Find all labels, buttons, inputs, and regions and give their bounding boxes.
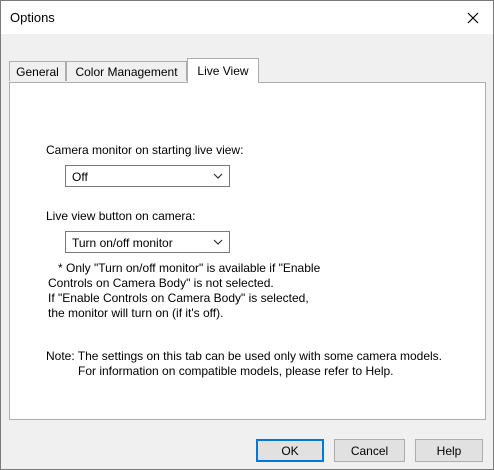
- ok-button[interactable]: OK: [256, 439, 324, 462]
- camera-monitor-value: Off: [72, 170, 88, 184]
- chevron-down-icon: [213, 239, 223, 245]
- ok-button-label: OK: [281, 443, 299, 458]
- close-button[interactable]: [453, 1, 493, 34]
- camera-monitor-select[interactable]: Off: [65, 165, 230, 187]
- tab-color-management-label: Color Management: [75, 64, 178, 79]
- footnote-line: Controls on Camera Body" is not selected…: [48, 276, 274, 290]
- live-view-button-select[interactable]: Turn on/off monitor: [65, 231, 230, 253]
- live-view-button-value: Turn on/off monitor: [72, 236, 173, 250]
- chevron-down-icon: [213, 173, 223, 179]
- tab-live-view-label: Live View: [197, 64, 249, 78]
- footnote-line: * Only "Turn on/off monitor" is availabl…: [58, 261, 321, 275]
- cancel-button[interactable]: Cancel: [334, 439, 405, 462]
- dialog-title: Options: [10, 10, 55, 25]
- tab-general-label: General: [16, 64, 59, 79]
- options-dialog: Options General Color Management Live Vi…: [0, 0, 494, 470]
- help-button-label: Help: [436, 443, 462, 458]
- note-line: For information on compatible models, pl…: [78, 364, 394, 378]
- note-line: Note: The settings on this tab can be us…: [46, 349, 442, 363]
- tab-color-management[interactable]: Color Management: [66, 61, 187, 81]
- footnote-line: the monitor will turn on (if it's off).: [48, 306, 224, 320]
- live-view-panel: Camera monitor on starting live view: Of…: [9, 82, 486, 420]
- help-button[interactable]: Help: [415, 439, 483, 462]
- title-bar: Options: [1, 1, 493, 34]
- close-icon: [467, 12, 479, 23]
- camera-monitor-label: Camera monitor on starting live view:: [46, 143, 244, 157]
- tab-general[interactable]: General: [9, 61, 66, 81]
- cancel-button-label: Cancel: [350, 443, 389, 458]
- footnote-line: If "Enable Controls on Camera Body" is s…: [48, 291, 309, 305]
- tab-live-view[interactable]: Live View: [187, 58, 259, 83]
- live-view-button-label: Live view button on camera:: [46, 209, 196, 223]
